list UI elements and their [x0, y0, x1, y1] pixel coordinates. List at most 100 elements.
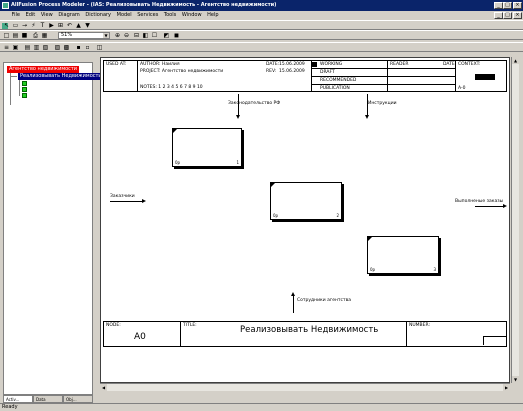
zoom-in-icon[interactable]: ⊕	[114, 32, 121, 39]
mart-icon-3[interactable]: ▤	[24, 44, 31, 51]
mechanism-arrow-label[interactable]: Сотрудники агентства	[297, 298, 351, 303]
model-explorer-icon[interactable]: ⊟	[133, 32, 140, 39]
horizontal-scrollbar[interactable]: ◀ ▶	[100, 383, 510, 391]
pointer-icon[interactable]: ↖	[3, 22, 10, 29]
number-label: NUMBER:	[409, 323, 430, 328]
model-mart-icon[interactable]: ◧	[142, 32, 149, 39]
mart-icon-4[interactable]: ▥	[33, 44, 40, 51]
date-value: 15.06.2009	[279, 62, 305, 67]
mart-icon-2[interactable]: ▣	[12, 44, 19, 51]
tree-connector	[10, 73, 11, 105]
arrowhead-icon	[236, 115, 240, 119]
zoom-out-icon[interactable]: ⊖	[123, 32, 130, 39]
tab-activities-label: Activ...	[6, 397, 20, 402]
working-checkbox[interactable]	[312, 62, 317, 67]
arrowhead-icon	[365, 115, 369, 119]
open-icon[interactable]: ▤	[12, 32, 19, 39]
arrow-tool-icon[interactable]: →	[21, 22, 28, 29]
squiggle-tool-icon[interactable]: ⚡	[30, 22, 37, 29]
output-arrow-label[interactable]: Выполненые заказы	[455, 199, 503, 204]
author-text: AUTHOR: Наилия	[140, 62, 180, 67]
mdi-restore-button[interactable]: □	[503, 12, 512, 19]
context-label: CONTEXT:	[458, 62, 481, 67]
menu-tools[interactable]: Tools	[164, 11, 176, 20]
mdi-close-button[interactable]: ×	[513, 12, 522, 19]
undo-icon[interactable]: ↶	[66, 22, 73, 29]
menu-file[interactable]: File	[12, 11, 20, 20]
input-arrow-label[interactable]: Заказчики	[110, 194, 135, 199]
tab-data-label: Data	[36, 397, 46, 402]
activity-box-1[interactable]: 0р 1	[172, 128, 242, 167]
menu-help[interactable]: Help	[207, 11, 218, 20]
tree-leaf-activity[interactable]	[22, 87, 27, 92]
menu-view[interactable]: View	[41, 11, 53, 20]
menu-window[interactable]: Window	[182, 11, 202, 20]
new-icon[interactable]: □	[3, 32, 10, 39]
db-icon[interactable]: ◼	[173, 32, 180, 39]
off-page-icon[interactable]: ⊞	[57, 22, 64, 29]
mart-icon-7[interactable]: ▩	[63, 44, 70, 51]
node-label: NODE:	[106, 323, 121, 328]
menu-model[interactable]: Model	[117, 11, 132, 20]
go-down-icon[interactable]: ▼	[84, 22, 91, 29]
scroll-up-icon[interactable]: ▲	[512, 57, 519, 64]
diagram-canvas[interactable]: USED AT: AUTHOR: Наилия PROJECT: Агентст…	[100, 57, 510, 383]
zoom-select[interactable]: 51% ▼	[58, 32, 110, 39]
menu-services[interactable]: Services	[137, 11, 158, 20]
title-bar: AllFusion Process Modeler - (IAS: Реализ…	[0, 0, 523, 11]
activity-box-3[interactable]: 0р 3	[367, 236, 439, 274]
tree-root-item[interactable]: Агентство недвижимости	[7, 66, 80, 73]
scroll-left-icon[interactable]: ◀	[100, 384, 107, 391]
drawing-toolbar: ↖ ▭ → ⚡ T ▶ ⊞ ↶ ▲ ▼	[0, 20, 523, 30]
print-icon[interactable]: ⎙	[32, 32, 39, 39]
tree-child-item[interactable]: Реализовывать Недвижимость	[18, 73, 104, 80]
chevron-down-icon[interactable]: ▼	[103, 33, 109, 38]
mart-icon-6[interactable]: ▨	[54, 44, 61, 51]
go-to-sibling-icon[interactable]: ▶	[48, 22, 55, 29]
scroll-down-icon[interactable]: ▼	[512, 376, 519, 383]
vertical-scrollbar[interactable]: ▲ ▼	[511, 57, 519, 383]
box-tool-icon[interactable]: ▭	[12, 22, 19, 29]
menu-edit[interactable]: Edit	[26, 11, 36, 20]
mart-icon-9[interactable]: ▫	[84, 44, 91, 51]
control-arrow-1-label[interactable]: Законодательство РФ	[228, 101, 280, 106]
box-number: 1	[236, 160, 239, 165]
rev-value: 15.06.2009	[279, 69, 305, 74]
project-text: PROJECT: Агентство недвижимости	[140, 69, 224, 74]
scroll-right-icon[interactable]: ▶	[503, 384, 510, 391]
tab-objects[interactable]: Obj...	[63, 395, 93, 403]
menu-dictionary[interactable]: Dictionary	[85, 11, 111, 20]
mart-icon-5[interactable]: ▧	[42, 44, 49, 51]
diagram-title: Реализовывать Недвижимость	[240, 325, 379, 335]
arrowhead-icon	[142, 199, 146, 203]
header-divider	[311, 84, 455, 85]
tree-leaf-activity[interactable]	[22, 81, 27, 86]
close-button[interactable]: ×	[513, 2, 522, 9]
mdi-minimize-button[interactable]: _	[494, 12, 503, 19]
color-icon[interactable]: ◩	[163, 32, 170, 39]
tab-activities[interactable]: Activ...	[3, 395, 33, 403]
footer-divider	[180, 322, 181, 346]
input-arrow-line[interactable]	[110, 201, 144, 202]
text-tool-icon[interactable]: T	[39, 22, 46, 29]
control-arrow-2-label[interactable]: Инструкции	[368, 101, 397, 106]
mechanism-arrow-line[interactable]	[293, 295, 294, 313]
go-up-icon[interactable]: ▲	[75, 22, 82, 29]
footer-divider	[406, 322, 407, 346]
reader-date-label: DATE	[443, 62, 455, 67]
maximize-button[interactable]: □	[503, 2, 512, 9]
activity-box-2[interactable]: 0р 2	[270, 182, 342, 220]
tab-data[interactable]: Data	[33, 395, 63, 403]
mart-icon-1[interactable]: ≡	[3, 44, 10, 51]
menu-diagram[interactable]: Diagram	[58, 11, 79, 20]
mart-icon-8[interactable]: ▪	[75, 44, 82, 51]
report-icon[interactable]: ▦	[41, 32, 48, 39]
tree-leaf-activity[interactable]	[22, 93, 27, 98]
save-icon[interactable]: ■	[21, 32, 28, 39]
header-divider	[137, 61, 138, 91]
status-bar: Ready	[0, 403, 523, 411]
minimize-button[interactable]: _	[494, 2, 503, 9]
navigator-icon[interactable]: ☐	[151, 32, 158, 39]
mart-icon-10[interactable]: ◫	[96, 44, 103, 51]
output-arrow-line[interactable]	[475, 206, 505, 207]
